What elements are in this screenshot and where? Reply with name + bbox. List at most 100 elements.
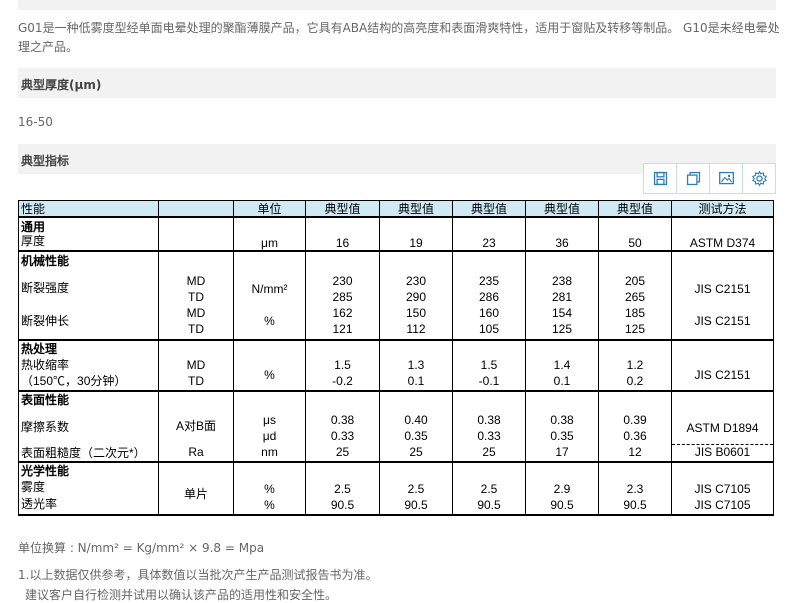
unit-cell: %% [233, 461, 306, 516]
property-cell: 热处理 热收缩率 （150℃，30分钟） [18, 339, 159, 392]
value: 154 [551, 306, 573, 320]
thickness-heading-bar: 典型厚度(μm) [18, 68, 776, 98]
cut-off-heading [18, 0, 776, 10]
value-cell: 50 [598, 216, 672, 252]
table-row: 表面性能 摩擦系数 表面粗糙度（二次元*） A对B面 Ra μs μd nm 0… [18, 390, 774, 463]
value: 0.39 [623, 413, 647, 427]
direction-label: TD [188, 374, 204, 388]
value-cell: 238 281 154 125 [525, 250, 599, 341]
value: 112 [406, 322, 426, 336]
value: 121 [332, 322, 353, 336]
direction-label: MD [186, 274, 206, 288]
property-cell: 表面性能 摩擦系数 表面粗糙度（二次元*） [18, 390, 159, 463]
value-cell: 2.5 90.5 [379, 461, 453, 516]
value: 265 [624, 290, 646, 304]
value-cell: 205 265 185 125 [598, 250, 672, 341]
value: 281 [551, 290, 573, 304]
condition-cell: 单片 [158, 461, 234, 516]
value: 2.9 [553, 482, 571, 496]
value-cell: 36 [525, 216, 599, 252]
table-row: 机械性能 断裂强度 断裂伸长 MD TD MD TD N/mm² % 230 2… [18, 250, 774, 341]
property-name: 断裂伸长 [21, 314, 70, 328]
property-name: 厚度 [21, 234, 46, 248]
value-cell: 235 286 160 105 [452, 250, 526, 341]
value: 230 [405, 274, 427, 288]
value-cell: 0.38 0.33 25 [305, 390, 380, 463]
value: 1.3 [407, 358, 425, 372]
save-icon[interactable] [644, 164, 677, 193]
spec-heading: 典型指标 [21, 154, 70, 168]
thickness-heading: 典型厚度(μm) [21, 78, 102, 92]
property-name: 雾度 [21, 480, 46, 494]
method-cell: JIS C2151 JIS C2151 [671, 250, 774, 341]
header-cell [158, 200, 234, 218]
value: 0.35 [550, 429, 574, 443]
value-cell: 23 [452, 216, 526, 252]
unit-label: % [264, 498, 275, 512]
value: 25 [482, 445, 496, 459]
value: 90.5 [477, 498, 501, 512]
method-cell: JIS C7105 JIS C7105 [671, 461, 774, 516]
direction-label: MD [186, 358, 206, 372]
value-cell: 0.40 0.35 25 [379, 390, 453, 463]
value: 238 [551, 274, 573, 288]
condition-label: Ra [188, 445, 204, 459]
copy-icon[interactable] [677, 164, 710, 193]
value: 90.5 [330, 498, 355, 512]
unit-cell: % [233, 339, 306, 392]
image-icon[interactable] [710, 164, 743, 193]
value: 90.5 [623, 498, 647, 512]
value-cell: 2.9 90.5 [525, 461, 599, 516]
value-cell: 2.5 90.5 [452, 461, 526, 516]
property-cell: 通用 厚度 [18, 216, 159, 252]
value-cell: 1.5 -0.1 [452, 339, 526, 392]
value: -0.1 [478, 374, 500, 388]
value: 125 [624, 322, 646, 336]
value: 25 [335, 445, 350, 459]
value-cell: 230 285 162 121 [305, 250, 380, 341]
method-cell: JIS C2151 [671, 339, 774, 392]
value: 235 [478, 274, 500, 288]
unit-label: nm [261, 445, 278, 459]
value: -0.2 [332, 374, 353, 388]
value: 105 [478, 322, 500, 336]
value: 160 [478, 306, 500, 320]
table-row: 通用 厚度 μm 16 19 23 36 50 ASTM D374 [18, 216, 774, 252]
value: 0.1 [553, 374, 571, 388]
value: 0.38 [550, 413, 574, 427]
thickness-value: 16-50 [18, 115, 53, 129]
condition-cell: MD TD MD TD [158, 250, 234, 341]
settings-icon[interactable] [743, 164, 775, 193]
value: 1.4 [553, 358, 571, 372]
header-cell: 典型值 [525, 200, 599, 218]
value: 2.5 [407, 482, 425, 496]
header-cell: 性能 [18, 200, 159, 218]
unit-conversion: 单位换算 : N/mm² = Kg/mm² × 9.8 = Mpa [18, 541, 265, 555]
table-header-row: 性能 单位 典型值 典型值 典型值 典型值 典型值 测试方法 [18, 200, 774, 218]
value-cell: 1.2 0.2 [598, 339, 672, 392]
property-name: 热收缩率 [21, 358, 70, 372]
group-label: 光学性能 [21, 464, 70, 478]
direction-label: TD [188, 290, 204, 304]
value: 17 [555, 445, 569, 459]
note-1: 1.以上数据仅供参考，具体数值以当批次产生产品测试报告书为准。 [18, 568, 378, 582]
group-label: 表面性能 [21, 393, 70, 407]
method-label: JIS B0601 [694, 445, 751, 459]
value-cell: 2.3 90.5 [598, 461, 672, 516]
header-cell: 典型值 [452, 200, 526, 218]
value: 290 [405, 290, 427, 304]
value: 0.33 [477, 429, 501, 443]
value-cell: 0.38 0.33 25 [452, 390, 526, 463]
unit-cell: μs μd nm [233, 390, 306, 463]
header-cell: 典型值 [379, 200, 453, 218]
table-toolbar [643, 163, 776, 194]
value: 2.5 [334, 482, 351, 496]
method-cell: ASTM D374 [671, 216, 774, 252]
value: 0.40 [404, 413, 428, 427]
group-label: 机械性能 [21, 254, 70, 268]
unit-label: % [264, 314, 275, 328]
value: 0.2 [626, 374, 644, 388]
value: 185 [624, 306, 646, 320]
property-name: 断裂强度 [21, 281, 70, 295]
value-cell: 0.38 0.35 17 [525, 390, 599, 463]
